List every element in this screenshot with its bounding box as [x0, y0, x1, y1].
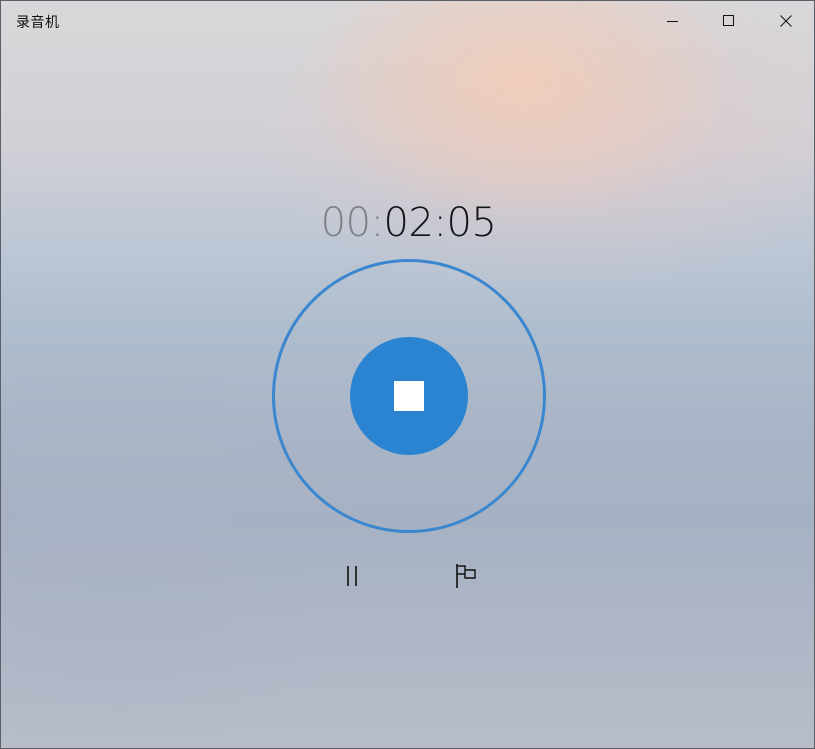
timer-separator: : — [433, 200, 447, 246]
stop-icon — [394, 381, 424, 411]
timer-hours: 00 — [320, 200, 371, 246]
maximize-button[interactable] — [701, 1, 757, 41]
elapsed-time: 00:02:05 — [1, 197, 814, 249]
stop-recording-button[interactable] — [350, 337, 468, 455]
flag-icon — [456, 564, 476, 588]
app-title: 录音机 — [16, 15, 60, 31]
timer-minutes: 02 — [383, 200, 434, 246]
timer-separator: : — [370, 200, 384, 246]
minimize-icon — [667, 21, 678, 22]
title-bar[interactable]: 录音机 — [1, 1, 814, 41]
recorder-window: 录音机 00:02:05 — [0, 0, 815, 749]
close-button[interactable] — [758, 1, 814, 41]
timer-seconds: 05 — [446, 200, 497, 246]
pause-icon — [347, 566, 357, 586]
add-marker-button[interactable] — [443, 553, 489, 599]
close-icon — [780, 15, 792, 27]
minimize-button[interactable] — [645, 1, 701, 41]
maximize-icon — [723, 15, 734, 26]
pause-button[interactable] — [329, 553, 375, 599]
